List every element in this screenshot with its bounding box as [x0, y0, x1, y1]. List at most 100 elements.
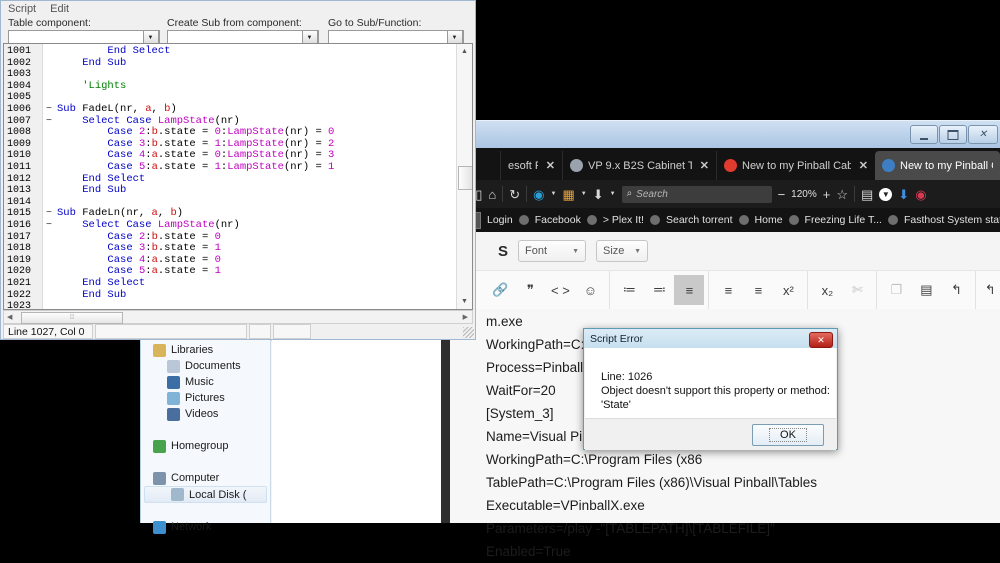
browser-tab[interactable]: New to my Pinball Cab - in... ✕: [716, 151, 875, 180]
code-line[interactable]: End Sub: [57, 289, 126, 302]
cursor-position-label: Line 1027, Col 0: [3, 324, 93, 339]
bullet-list-icon[interactable]: ≔: [614, 275, 644, 305]
fold-toggle-icon[interactable]: −: [46, 208, 54, 220]
undo-icon[interactable]: ↰: [941, 275, 971, 305]
code-fold-column[interactable]: −−−−−−: [43, 44, 56, 309]
font-dropdown[interactable]: Font ▼: [518, 240, 587, 262]
size-dropdown[interactable]: Size ▼: [596, 240, 649, 262]
subscript-icon[interactable]: x₂: [812, 275, 842, 305]
addon-icon-2[interactable]: ▦: [562, 188, 574, 201]
explorer-nav-item[interactable]: Pictures: [141, 390, 270, 406]
resize-grip[interactable]: [463, 327, 474, 338]
downloads-icon[interactable]: ⬇: [898, 188, 909, 201]
strikethrough-icon[interactable]: S: [498, 243, 508, 260]
explorer-nav-item[interactable]: Videos: [141, 406, 270, 422]
download-arrow-icon[interactable]: ⬇: [593, 188, 604, 201]
code-token: .state =: [157, 126, 215, 139]
close-button[interactable]: ✕: [968, 125, 998, 144]
bookmark-favicon-icon: [586, 215, 597, 225]
align-right-icon[interactable]: ≡: [743, 275, 773, 305]
minimize-button[interactable]: [910, 125, 938, 144]
horizontal-scroll-thumb[interactable]: ⦙⦙⦙: [21, 312, 123, 324]
align-left-icon[interactable]: ≡: [674, 275, 705, 305]
zoom-in-button[interactable]: +: [823, 188, 831, 201]
maximize-button[interactable]: [939, 125, 967, 144]
explorer-window: Libraries Documents Music Pictures Videos Hom…: [140, 328, 442, 534]
reload-icon[interactable]: ↻: [509, 188, 520, 201]
tab-close-icon[interactable]: ✕: [546, 159, 555, 172]
explorer-nav-item[interactable]: Computer: [141, 470, 270, 486]
menu-item-edit[interactable]: Edit: [50, 3, 69, 15]
code-line[interactable]: 'Lights: [57, 80, 126, 93]
bookmark-item[interactable]: Login: [487, 214, 513, 226]
explorer-nav-item[interactable]: Music: [141, 374, 270, 390]
code-vertical-scrollbar[interactable]: ▲ ▼: [456, 44, 472, 309]
scroll-up-arrow-icon[interactable]: ▲: [457, 44, 472, 59]
link-icon[interactable]: 🔗: [485, 275, 515, 305]
numbered-list-icon[interactable]: ≕: [644, 275, 674, 305]
fold-toggle-icon[interactable]: −: [46, 220, 54, 232]
reader-view-icon[interactable]: ▯: [475, 188, 482, 201]
zoom-level-label[interactable]: 120%: [791, 189, 817, 200]
browser-tab[interactable]: esoft Forums ✕: [500, 151, 562, 180]
code-line[interactable]: End Sub: [57, 184, 126, 197]
bookmark-star-icon[interactable]: ☆: [836, 188, 848, 201]
line-number: 1014: [7, 196, 32, 208]
line-number: 1012: [7, 173, 32, 185]
scroll-right-arrow-icon[interactable]: ▶: [463, 313, 468, 321]
ok-button[interactable]: OK: [752, 424, 824, 446]
tab-close-icon[interactable]: ✕: [700, 159, 709, 172]
addon-dropdown-1[interactable]: ▼: [551, 191, 557, 197]
code-text[interactable]: End Select End Sub 'Lights Sub FadeL(nr, …: [57, 44, 457, 309]
vertical-scroll-thumb[interactable]: [458, 166, 472, 190]
bookmark-item[interactable]: Home: [755, 214, 783, 226]
zoom-out-button[interactable]: −: [778, 188, 786, 201]
status-cell-3: [249, 324, 271, 339]
download-dropdown[interactable]: ▼: [610, 191, 616, 197]
code-editor-area[interactable]: 1001 1002 1003 1004 1005 1006 1007 1008 1009 1010…: [3, 43, 473, 310]
toolbar-group: 🔗 ❞ < > ☺: [481, 271, 611, 309]
paste-icon[interactable]: ▤: [911, 275, 941, 305]
scroll-left-arrow-icon[interactable]: ◀: [7, 313, 12, 321]
menu-item-script[interactable]: Script: [8, 3, 36, 15]
library-icon[interactable]: ▤: [861, 188, 873, 201]
shield-icon[interactable]: ◉: [915, 188, 926, 201]
browser-tab[interactable]: New to my Pinball Cab - i: [875, 151, 1000, 180]
code-horizontal-scrollbar[interactable]: ◀ ⦙⦙⦙ ▶: [3, 310, 473, 324]
explorer-nav-item[interactable]: Documents: [141, 358, 270, 374]
bookmark-item[interactable]: Facebook: [535, 214, 581, 226]
bookmark-item[interactable]: Fasthost System status: [904, 214, 1000, 226]
search-placeholder: Search: [636, 188, 668, 200]
browser-tab-strip: esoft Forums✕VP 9.x B2S Cabinet Tables (…: [440, 148, 1000, 180]
close-icon[interactable]: ✕: [809, 332, 833, 348]
fold-toggle-icon[interactable]: −: [46, 104, 54, 116]
bookmark-item[interactable]: Freezing Life T...: [805, 214, 882, 226]
quote-icon[interactable]: ❞: [515, 275, 545, 305]
addon-icon-1[interactable]: ◉: [533, 188, 544, 201]
home-icon[interactable]: ⌂: [488, 188, 496, 201]
superscript-icon[interactable]: x²: [773, 275, 803, 305]
explorer-nav-item[interactable]: Network: [141, 519, 270, 535]
bookmark-item[interactable]: > Plex It!: [603, 214, 644, 226]
pocket-icon[interactable]: ▼: [879, 187, 893, 201]
code-icon[interactable]: < >: [545, 275, 575, 305]
error-dialog-title: Script Error: [590, 332, 644, 345]
search-input[interactable]: ⌕ Search: [621, 185, 772, 203]
error-dialog-body: Line: 1026 Object doesn't support this p…: [585, 348, 836, 418]
toolbar-divider-3: [853, 186, 855, 202]
scroll-down-arrow-icon[interactable]: ▼: [457, 294, 472, 309]
fold-toggle-icon[interactable]: −: [46, 116, 54, 128]
explorer-nav-item[interactable]: Homegroup: [141, 438, 270, 454]
explorer-nav-item[interactable]: Local Disk (: [144, 486, 267, 503]
addon-dropdown-2[interactable]: ▼: [581, 191, 587, 197]
browser-tab[interactable]: VP 9.x B2S Cabinet Tables (... ✕: [562, 151, 716, 180]
emoji-icon[interactable]: ☺: [575, 275, 605, 305]
undo-icon[interactable]: ↰: [980, 275, 1000, 305]
bookmark-item[interactable]: Search torrent: [666, 214, 733, 226]
code-line[interactable]: End Sub: [57, 57, 126, 70]
explorer-nav-item[interactable]: Libraries: [141, 342, 270, 358]
align-center-icon[interactable]: ≡: [713, 275, 743, 305]
explorer-file-list[interactable]: [272, 340, 441, 523]
tab-close-icon[interactable]: ✕: [859, 159, 868, 172]
